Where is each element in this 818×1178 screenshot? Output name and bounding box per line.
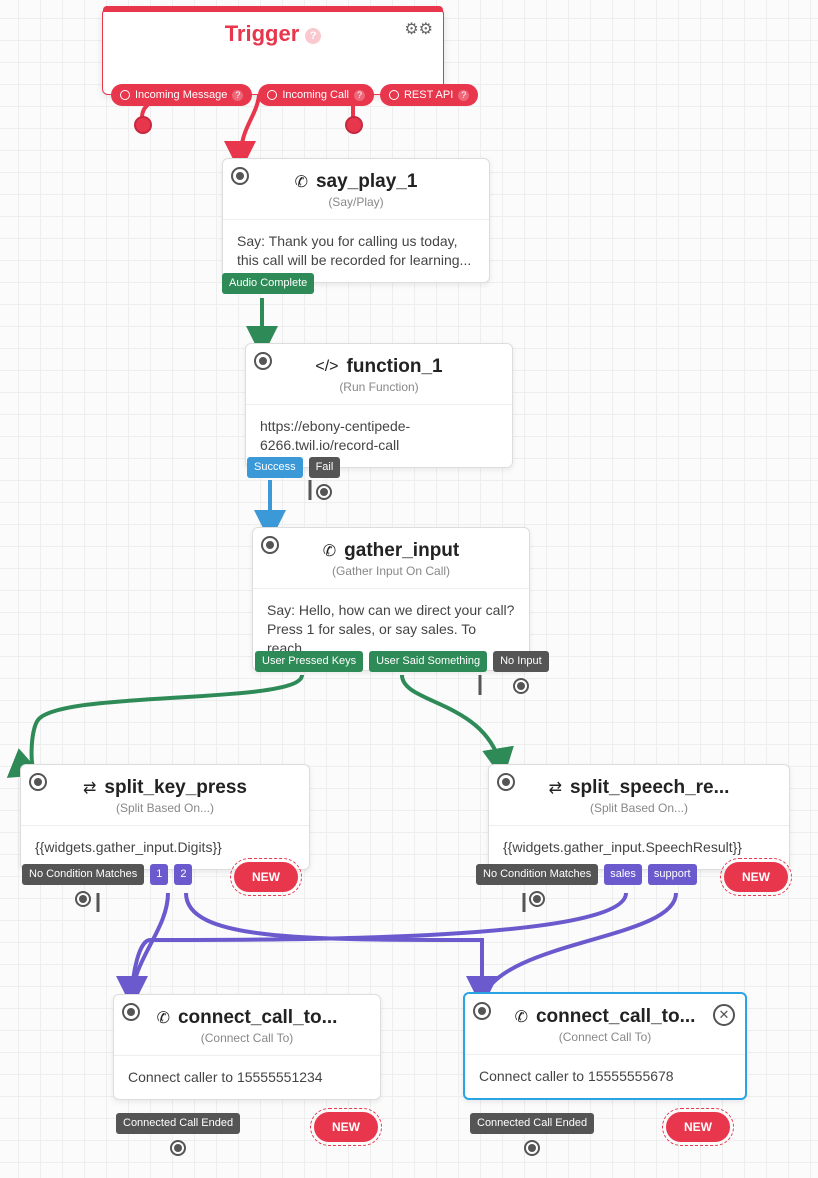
close-icon[interactable]: ✕ (713, 1004, 735, 1026)
code-icon: </> (315, 358, 338, 376)
output-pressed-keys[interactable]: User Pressed Keys (255, 651, 363, 672)
input-anchor[interactable] (29, 773, 47, 791)
output-call-ended[interactable]: Connected Call Ended (470, 1113, 594, 1134)
new-connect2[interactable]: NEW (666, 1112, 730, 1142)
say-play-outputs: Audio Complete (222, 273, 314, 294)
split-icon: ⇄ (549, 778, 562, 798)
split-icon: ⇄ (83, 778, 96, 798)
split-key-widget[interactable]: ⇄split_key_press (Split Based On...) {{w… (20, 764, 310, 870)
new-connect1[interactable]: NEW (314, 1112, 378, 1142)
widget-body: Connect caller to 15555555678 (465, 1055, 745, 1098)
gear-icon[interactable]: ⚙⚙ (404, 19, 433, 39)
output-said-something[interactable]: User Said Something (369, 651, 487, 672)
input-anchor[interactable] (261, 536, 279, 554)
output-no-match[interactable]: No Condition Matches (476, 864, 598, 885)
widget-subtitle: (Split Based On...) (489, 801, 789, 826)
gather-widget[interactable]: ✆gather_input (Gather Input On Call) Say… (252, 527, 530, 671)
widget-body: Connect caller to 15555551234 (114, 1056, 380, 1099)
input-anchor[interactable] (231, 167, 249, 185)
input-anchor[interactable] (497, 773, 515, 791)
connect-call-2-widget[interactable]: ✕ ✆connect_call_to... (Connect Call To) … (463, 992, 747, 1100)
output-fail[interactable]: Fail (309, 457, 341, 478)
gather-outputs: User Pressed Keys User Said Something No… (255, 651, 549, 672)
widget-title: function_1 (347, 356, 443, 378)
widget-title: split_speech_re... (570, 777, 729, 799)
split-key-outputs: No Condition Matches 1 2 (22, 864, 192, 885)
input-anchor[interactable] (254, 352, 272, 370)
connect1-outputs: Connected Call Ended (116, 1113, 240, 1134)
widget-subtitle: (Connect Call To) (114, 1031, 380, 1056)
widget-title: say_play_1 (316, 171, 417, 193)
trigger-outputs: Incoming Message? Incoming Call? REST AP… (111, 84, 478, 106)
widget-title: split_key_press (104, 777, 247, 799)
trigger-incoming-call[interactable]: Incoming Call? (258, 84, 374, 106)
function-widget[interactable]: </>function_1 (Run Function) https://ebo… (245, 343, 513, 468)
output-call-ended[interactable]: Connected Call Ended (116, 1113, 240, 1134)
trigger-widget[interactable]: ⚙⚙ Trigger? Incoming Message? Incoming C… (102, 8, 444, 95)
widget-subtitle: (Split Based On...) (21, 801, 309, 826)
output-support[interactable]: support (648, 864, 697, 885)
connect-call-1-widget[interactable]: ✆ connect_call_to... (Connect Call To) Co… (113, 994, 381, 1100)
output-2[interactable]: 2 (174, 864, 192, 885)
split-speech-widget[interactable]: ⇄split_speech_re... (Split Based On...) … (488, 764, 790, 870)
flow-canvas[interactable]: ⚙⚙ Trigger? Incoming Message? Incoming C… (0, 0, 818, 1178)
say-play-widget[interactable]: ✆say_play_1 (Say/Play) Say: Thank you fo… (222, 158, 490, 283)
input-anchor[interactable] (122, 1003, 140, 1021)
endpoint-dot (134, 116, 152, 134)
phone-icon: ✆ (515, 1007, 528, 1027)
widget-subtitle: (Say/Play) (223, 195, 489, 220)
function-outputs: Success Fail (247, 457, 340, 478)
output-no-match[interactable]: No Condition Matches (22, 864, 144, 885)
new-split-speech[interactable]: NEW (724, 862, 788, 892)
widget-title: connect_call_to... (178, 1007, 337, 1029)
output-1[interactable]: 1 (150, 864, 168, 885)
connect2-outputs: Connected Call Ended (470, 1113, 594, 1134)
help-icon[interactable]: ? (305, 28, 321, 44)
widget-subtitle: (Connect Call To) (465, 1030, 745, 1055)
phone-icon: ✆ (157, 1008, 170, 1028)
trigger-incoming-message[interactable]: Incoming Message? (111, 84, 252, 106)
endpoint-dot (345, 116, 363, 134)
trigger-title: Trigger (225, 21, 300, 46)
output-success[interactable]: Success (247, 457, 303, 478)
widget-title: gather_input (344, 540, 459, 562)
output-audio-complete[interactable]: Audio Complete (222, 273, 314, 294)
new-split-key[interactable]: NEW (234, 862, 298, 892)
widget-subtitle: (Gather Input On Call) (253, 564, 529, 589)
widget-title: connect_call_to... (536, 1006, 695, 1028)
output-sales[interactable]: sales (604, 864, 642, 885)
output-no-input[interactable]: No Input (493, 651, 549, 672)
phone-icon: ✆ (295, 172, 308, 192)
widget-subtitle: (Run Function) (246, 380, 512, 405)
phone-icon: ✆ (323, 541, 336, 561)
trigger-rest-api[interactable]: REST API? (380, 84, 478, 106)
input-anchor[interactable] (473, 1002, 491, 1020)
split-speech-outputs: No Condition Matches sales support (476, 864, 697, 885)
